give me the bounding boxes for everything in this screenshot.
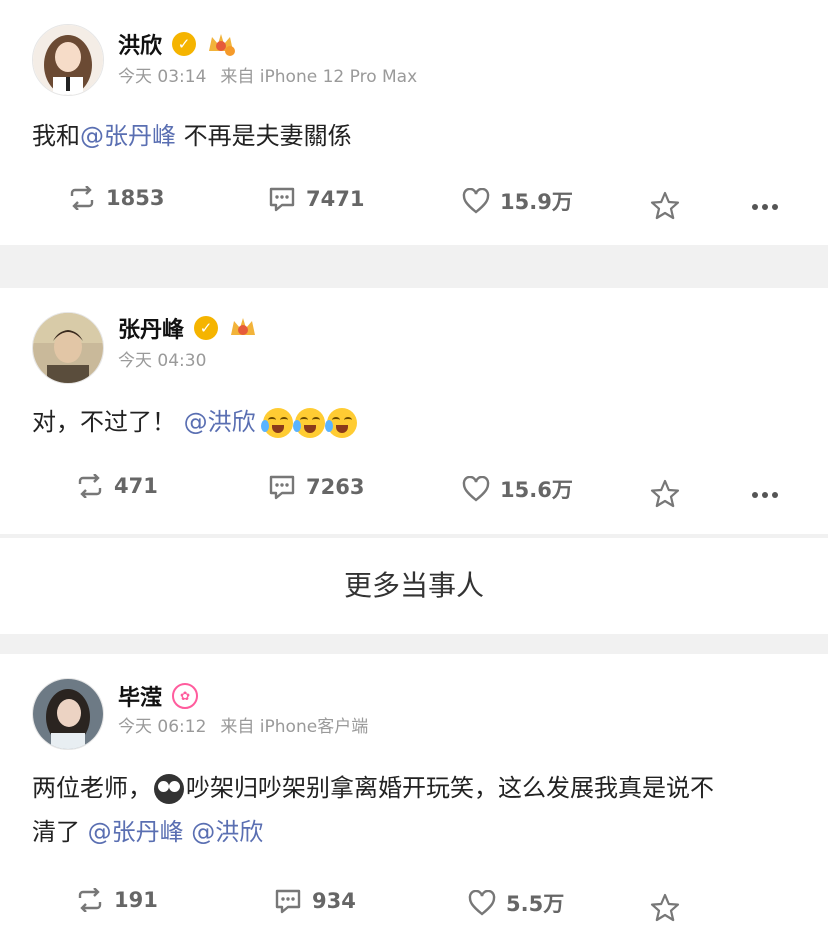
comment-icon	[275, 889, 301, 914]
mention-link[interactable]: @张丹峰	[80, 122, 176, 150]
action-bar: 471 7263 15.6万	[0, 474, 828, 514]
username[interactable]: 毕滢 ✿	[118, 680, 199, 712]
star-icon[interactable]	[650, 191, 680, 221]
avatar[interactable]	[32, 678, 104, 750]
comment-icon	[269, 187, 295, 212]
source: 来自 iPhone客户端	[220, 717, 369, 737]
repost-button[interactable]: 191	[76, 888, 158, 912]
comment-button[interactable]: 7263	[268, 474, 364, 500]
crying-face-emoji-icon	[154, 774, 184, 804]
laugh-cry-emoji-icon	[293, 408, 326, 438]
repost-icon	[78, 888, 102, 912]
action-bar: 1853 7471 15.9万	[0, 186, 828, 226]
post-card-3: 毕滢 ✿ 今天 06:12 来自 iPhone客户端 两位老师， 吵架归吵架别拿离婚…	[0, 654, 828, 947]
crown-badge-icon	[209, 34, 236, 56]
repost-icon	[78, 474, 102, 498]
crown-badge-icon	[231, 318, 256, 335]
avatar[interactable]	[32, 312, 104, 384]
verified-badge-icon: ✓	[194, 316, 219, 340]
mention-link[interactable]: @洪欣	[184, 408, 256, 436]
comment-icon	[269, 475, 295, 500]
star-icon[interactable]	[650, 893, 680, 923]
post-meta: 今天 04:30	[118, 346, 220, 371]
more-options-icon[interactable]	[752, 492, 778, 498]
repost-button[interactable]: 1853	[68, 186, 164, 210]
timestamp: 今天 04:30	[118, 351, 207, 371]
post-meta: 今天 06:12 来自 iPhone客户端	[118, 712, 382, 737]
post-text-line-1: 两位老师， 吵架归吵架别拿离婚开玩笑，这么发展我真是说不	[32, 774, 714, 804]
like-button[interactable]: 15.6万	[462, 474, 573, 504]
mention-link[interactable]: @洪欣	[191, 818, 263, 846]
post-card-1: 洪欣 ✓ 今天 03:14 来自 iPhone 12 Pro Max 我和@张丹峰…	[0, 0, 828, 245]
laugh-cry-emoji-icon	[261, 408, 294, 438]
verified-badge-icon: ✓	[172, 32, 197, 56]
comment-button[interactable]: 7471	[268, 186, 364, 212]
source: 来自 iPhone 12 Pro Max	[220, 67, 418, 87]
post-text: 两位老师， 吵架归吵架别拿离婚开玩笑，这么发展我真是说不 清了 @张丹峰 @洪欣	[32, 766, 788, 854]
member-badge-icon: ✿	[172, 683, 199, 709]
username[interactable]: 张丹峰 ✓	[118, 312, 258, 344]
post-text: 我和@张丹峰 不再是夫妻關係	[32, 122, 352, 150]
comment-button[interactable]: 934	[274, 888, 356, 914]
avatar[interactable]	[32, 24, 104, 96]
username[interactable]: 洪欣 ✓	[118, 28, 236, 60]
post-meta: 今天 03:14 来自 iPhone 12 Pro Max	[118, 62, 431, 87]
timestamp: 今天 03:14	[118, 67, 207, 87]
post-card-2: 张丹峰 ✓ 今天 04:30 对，不过了！ @洪欣 471 7263 15.6万	[0, 288, 828, 534]
heart-icon	[462, 188, 490, 214]
like-button[interactable]: 5.5万	[468, 888, 564, 918]
post-text: 对，不过了！ @洪欣	[32, 400, 788, 444]
mention-link[interactable]: @张丹峰	[88, 818, 184, 846]
repost-icon	[70, 186, 94, 210]
more-parties-button[interactable]: 更多当事人	[0, 538, 828, 634]
timestamp: 今天 06:12	[118, 717, 207, 737]
action-bar: 191 934 5.5万	[0, 888, 828, 928]
more-options-icon[interactable]	[752, 204, 778, 210]
repost-button[interactable]: 471	[76, 474, 158, 498]
laugh-cry-emoji-icon	[325, 408, 358, 438]
heart-icon	[468, 890, 496, 916]
star-icon[interactable]	[650, 479, 680, 509]
post-text-line-2: 清了 @张丹峰 @洪欣	[32, 818, 264, 846]
like-button[interactable]: 15.9万	[462, 186, 573, 216]
heart-icon	[462, 476, 490, 502]
